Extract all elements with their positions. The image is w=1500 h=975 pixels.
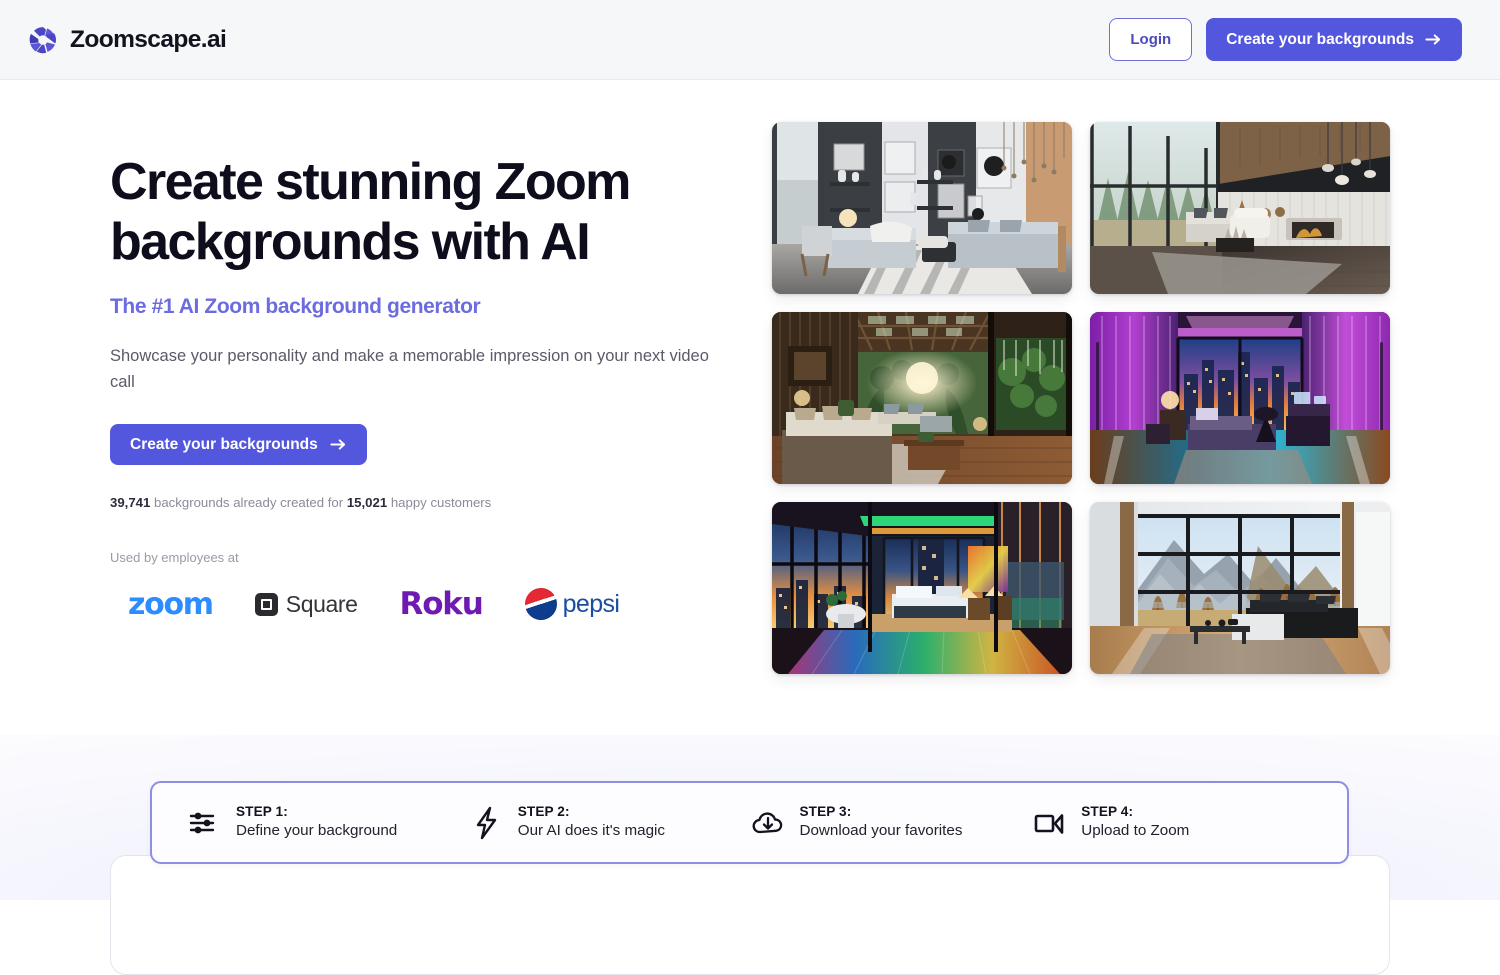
hero-description: Showcase your personality and make a mem… — [110, 347, 709, 391]
page-title: Create stunning Zoom backgrounds with AI — [110, 153, 631, 271]
step-1: STEP 1: Define your background — [186, 803, 468, 843]
hero-subtitle: The #1 AI Zoom background generator — [110, 295, 481, 318]
steps-card: STEP 1: Define your background STEP 2: O… — [150, 781, 1349, 864]
gallery-item[interactable] — [1090, 502, 1390, 674]
square-mark-icon — [254, 592, 278, 616]
brand-logo-link[interactable]: Zoomscape.ai — [28, 25, 227, 55]
step-label: Define your background — [236, 822, 398, 840]
step-3: STEP 3: Download your favorites — [750, 803, 1032, 843]
hero-copy: Create stunning Zoom backgrounds with AI… — [0, 116, 772, 680]
site-header: Zoomscape.ai Login Create your backgroun… — [0, 0, 1500, 80]
header-create-backgrounds-button[interactable]: Create your backgrounds — [1206, 18, 1462, 61]
gallery-item[interactable] — [772, 502, 1072, 674]
pepsi-globe-icon — [520, 583, 561, 625]
hero-create-backgrounds-button[interactable]: Create your backgrounds — [110, 424, 367, 465]
cloud-download-icon — [750, 805, 786, 841]
arrow-right-icon — [330, 437, 347, 452]
video-camera-icon — [1031, 805, 1067, 841]
header-cta-label: Create your backgrounds — [1226, 30, 1414, 48]
step-number: STEP 3: — [799, 803, 852, 819]
how-it-works-section: STEP 1: Define your background STEP 2: O… — [0, 735, 1500, 975]
step-label: Upload to Zoom — [1081, 822, 1190, 840]
gallery-item[interactable] — [1090, 122, 1390, 294]
arrow-right-icon — [1425, 32, 1442, 47]
brand-logo-row: zoom Square Roku pepsi — [110, 581, 772, 627]
hero-gallery — [772, 116, 1500, 680]
hero-cta-label: Create your backgrounds — [130, 435, 318, 453]
hero-section: Create stunning Zoom backgrounds with AI… — [0, 80, 1500, 680]
aperture-shutter-icon — [28, 25, 58, 55]
brand-name: Zoomscape.ai — [70, 25, 227, 53]
social-proof-label: Used by employees at — [110, 550, 239, 565]
step-2: STEP 2: Our AI does it's magic — [468, 803, 750, 843]
step-number: STEP 1: — [236, 803, 288, 819]
brand-logo-zoom: zoom — [128, 586, 214, 622]
brand-logo-square: Square — [254, 591, 358, 618]
gallery-item[interactable] — [772, 312, 1072, 484]
login-button[interactable]: Login — [1109, 18, 1193, 61]
sliders-icon — [186, 805, 222, 841]
stat-middle-text: backgrounds already created for — [154, 495, 344, 510]
step-label: Download your favorites — [799, 822, 963, 840]
brand-logo-roku: Roku — [399, 586, 484, 622]
gallery-item[interactable] — [1090, 312, 1390, 484]
stat-customers-count: 15,021 — [346, 495, 388, 510]
step-number: STEP 2: — [517, 803, 570, 819]
lightning-bolt-icon — [468, 805, 504, 841]
stat-trailing-text: happy customers — [390, 495, 492, 510]
step-number: STEP 4: — [1081, 803, 1134, 819]
background-gallery-grid — [772, 122, 1390, 674]
brand-logo-pepsi: pepsi — [520, 583, 620, 625]
stat-backgrounds-count: 39,741 — [110, 495, 151, 510]
header-actions: Login Create your backgrounds — [1109, 18, 1462, 61]
step-label: Our AI does it's magic — [517, 822, 665, 840]
gallery-item[interactable] — [772, 122, 1072, 294]
hero-stats: 39,741 backgrounds already created for 1… — [110, 495, 772, 510]
step-4: STEP 4: Upload to Zoom — [1031, 803, 1313, 843]
content-panel — [110, 855, 1390, 975]
